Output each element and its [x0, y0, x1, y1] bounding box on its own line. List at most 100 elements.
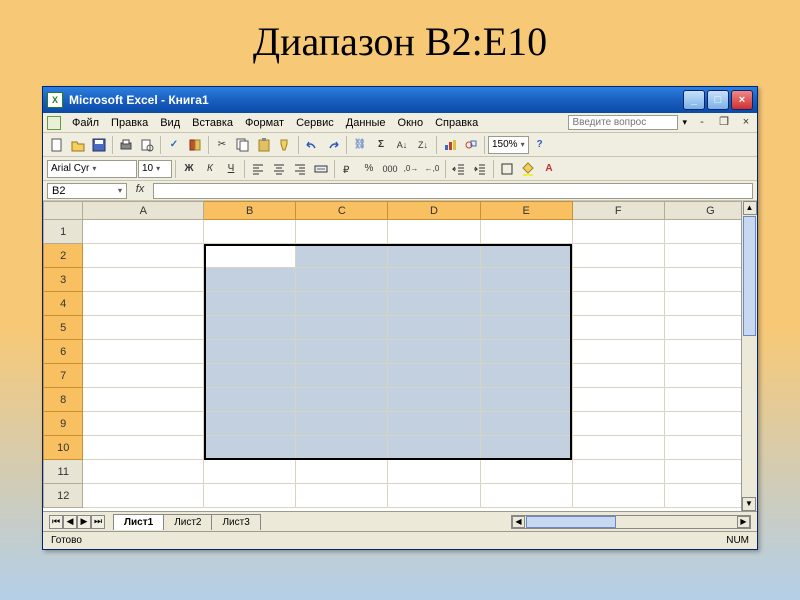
row-header-10[interactable]: 10 [44, 436, 83, 460]
borders-icon[interactable] [497, 159, 517, 179]
cell-B11[interactable] [204, 460, 296, 484]
close-doc-button[interactable]: × [739, 116, 753, 130]
row-header-3[interactable]: 3 [44, 268, 83, 292]
row-header-2[interactable]: 2 [44, 244, 83, 268]
close-button[interactable]: × [731, 90, 753, 110]
cell-B5[interactable] [204, 316, 296, 340]
fx-button[interactable]: fx [131, 183, 149, 199]
cut-icon[interactable]: ✂ [212, 135, 232, 155]
help-dropdown-icon[interactable]: ▾ [682, 117, 687, 128]
cell-B10[interactable] [204, 436, 296, 460]
sheet-tab-1[interactable]: Лист1 [113, 514, 164, 530]
align-right-icon[interactable] [290, 159, 310, 179]
align-center-icon[interactable] [269, 159, 289, 179]
col-header-C[interactable]: C [296, 202, 388, 220]
horizontal-scrollbar[interactable]: ◀ ▶ [511, 515, 751, 529]
cell-E12[interactable] [480, 484, 572, 508]
cell-A10[interactable] [83, 436, 204, 460]
row-header-11[interactable]: 11 [44, 460, 83, 484]
vscroll-thumb[interactable] [743, 216, 756, 336]
menu-view[interactable]: Вид [155, 115, 185, 131]
menu-edit[interactable]: Правка [106, 115, 153, 131]
menu-tools[interactable]: Сервис [291, 115, 339, 131]
col-header-A[interactable]: A [83, 202, 204, 220]
print-preview-icon[interactable] [137, 135, 157, 155]
cell-E6[interactable] [480, 340, 572, 364]
cell-A6[interactable] [83, 340, 204, 364]
align-left-icon[interactable] [248, 159, 268, 179]
scroll-up-icon[interactable]: ▲ [743, 201, 757, 215]
save-icon[interactable] [89, 135, 109, 155]
cell-D4[interactable] [388, 292, 480, 316]
sort-asc-icon[interactable]: A↓ [392, 135, 412, 155]
cell-D1[interactable] [388, 220, 480, 244]
drawing-icon[interactable] [461, 135, 481, 155]
spreadsheet-grid[interactable]: ABCDEFG123456789101112 [43, 201, 757, 508]
cell-F11[interactable] [572, 460, 664, 484]
row-header-4[interactable]: 4 [44, 292, 83, 316]
row-header-5[interactable]: 5 [44, 316, 83, 340]
cell-B7[interactable] [204, 364, 296, 388]
cell-D6[interactable] [388, 340, 480, 364]
tab-first-icon[interactable]: ⏮ [49, 515, 63, 529]
cell-D7[interactable] [388, 364, 480, 388]
cell-F2[interactable] [572, 244, 664, 268]
cell-A12[interactable] [83, 484, 204, 508]
cell-D5[interactable] [388, 316, 480, 340]
row-header-7[interactable]: 7 [44, 364, 83, 388]
cell-A4[interactable] [83, 292, 204, 316]
redo-icon[interactable] [323, 135, 343, 155]
new-icon[interactable] [47, 135, 67, 155]
cell-E8[interactable] [480, 388, 572, 412]
decrease-decimal-icon[interactable]: ←,0 [422, 159, 442, 179]
cell-C4[interactable] [296, 292, 388, 316]
sheet-tab-2[interactable]: Лист2 [163, 514, 212, 530]
cell-F6[interactable] [572, 340, 664, 364]
cell-A7[interactable] [83, 364, 204, 388]
undo-icon[interactable] [302, 135, 322, 155]
minimize-button[interactable]: _ [683, 90, 705, 110]
font-size-combo[interactable]: 10▾ [138, 160, 172, 178]
menu-data[interactable]: Данные [341, 115, 391, 131]
cell-B9[interactable] [204, 412, 296, 436]
cell-C12[interactable] [296, 484, 388, 508]
cell-C6[interactable] [296, 340, 388, 364]
underline-icon[interactable]: Ч [221, 159, 241, 179]
tab-prev-icon[interactable]: ◀ [63, 515, 77, 529]
cell-C8[interactable] [296, 388, 388, 412]
col-header-F[interactable]: F [572, 202, 664, 220]
cell-E3[interactable] [480, 268, 572, 292]
cell-C3[interactable] [296, 268, 388, 292]
increase-indent-icon[interactable] [470, 159, 490, 179]
comma-icon[interactable]: 000 [380, 159, 400, 179]
fill-color-icon[interactable] [518, 159, 538, 179]
font-combo[interactable]: Arial Cyr▾ [47, 160, 137, 178]
cell-E5[interactable] [480, 316, 572, 340]
spelling-icon[interactable]: ✓ [164, 135, 184, 155]
cell-F5[interactable] [572, 316, 664, 340]
restore-doc-button[interactable]: ❐ [717, 116, 731, 130]
cell-E11[interactable] [480, 460, 572, 484]
cell-F7[interactable] [572, 364, 664, 388]
copy-icon[interactable] [233, 135, 253, 155]
cell-C7[interactable] [296, 364, 388, 388]
cell-B2[interactable] [204, 244, 296, 268]
menu-format[interactable]: Формат [240, 115, 289, 131]
cell-A5[interactable] [83, 316, 204, 340]
menu-window[interactable]: Окно [393, 115, 429, 131]
cell-B12[interactable] [204, 484, 296, 508]
print-icon[interactable] [116, 135, 136, 155]
cell-F12[interactable] [572, 484, 664, 508]
cell-A3[interactable] [83, 268, 204, 292]
cell-C10[interactable] [296, 436, 388, 460]
paste-icon[interactable] [254, 135, 274, 155]
zoom-combo[interactable]: 150%▾ [488, 136, 529, 154]
menu-insert[interactable]: Вставка [187, 115, 238, 131]
maximize-button[interactable]: □ [707, 90, 729, 110]
cell-D11[interactable] [388, 460, 480, 484]
cell-E4[interactable] [480, 292, 572, 316]
cell-F8[interactable] [572, 388, 664, 412]
cell-A9[interactable] [83, 412, 204, 436]
cell-D3[interactable] [388, 268, 480, 292]
select-all-corner[interactable] [44, 202, 83, 220]
